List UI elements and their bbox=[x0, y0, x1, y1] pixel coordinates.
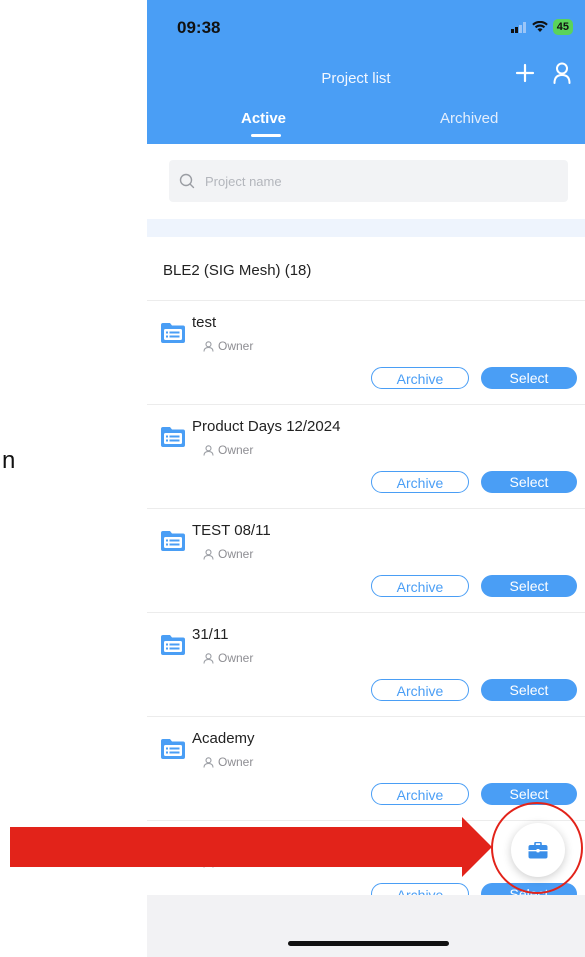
toolbox-fab-button[interactable] bbox=[511, 823, 565, 877]
header-actions bbox=[515, 62, 571, 89]
annotation-arrow bbox=[10, 827, 468, 867]
select-button[interactable]: Select bbox=[481, 471, 577, 493]
section-separator bbox=[147, 219, 585, 237]
project-item: test Owner Archive Select bbox=[147, 300, 585, 404]
project-name: 31/11 bbox=[192, 626, 229, 643]
wifi-icon bbox=[531, 21, 548, 32]
briefcase-icon bbox=[528, 841, 548, 858]
archive-button[interactable]: Archive bbox=[371, 575, 469, 597]
annotation-arrow-head bbox=[462, 817, 492, 877]
person-icon bbox=[203, 548, 214, 560]
project-item: TEST 08/11 Owner Archive Select bbox=[147, 508, 585, 612]
project-name: Product Days 12/2024 bbox=[192, 418, 341, 435]
folder-list-icon bbox=[161, 635, 185, 655]
project-item: Product Days 12/2024 Owner Archive Selec… bbox=[147, 404, 585, 508]
folder-list-icon bbox=[161, 427, 185, 447]
battery-icon: 45 bbox=[552, 19, 573, 35]
plus-icon[interactable] bbox=[515, 63, 535, 88]
archive-button[interactable]: Archive bbox=[371, 367, 469, 389]
active-tab-indicator bbox=[251, 134, 281, 137]
role-label: Owner bbox=[218, 651, 254, 665]
user-icon[interactable] bbox=[553, 62, 571, 89]
search-icon bbox=[179, 173, 195, 189]
person-icon bbox=[203, 340, 214, 352]
role-label: Owner bbox=[218, 443, 254, 457]
app-header: 09:38 45 Project list Active Archived bbox=[147, 0, 585, 144]
archive-button[interactable]: Archive bbox=[371, 471, 469, 493]
person-icon bbox=[203, 444, 214, 456]
project-role: Owner bbox=[203, 443, 253, 457]
home-indicator[interactable] bbox=[288, 941, 449, 946]
cropped-text-fragment: n bbox=[2, 447, 16, 474]
tab-active[interactable]: Active bbox=[241, 110, 286, 127]
search-bar bbox=[169, 160, 568, 202]
status-icons: 45 bbox=[510, 19, 573, 35]
search-input[interactable] bbox=[203, 172, 537, 190]
project-item: Academy Owner Archive Select bbox=[147, 716, 585, 820]
tab-archived[interactable]: Archived bbox=[440, 110, 498, 127]
select-button[interactable]: Select bbox=[481, 367, 577, 389]
role-label: Owner bbox=[218, 547, 254, 561]
project-role: Owner bbox=[203, 755, 253, 769]
group-header: BLE2 (SIG Mesh) (18) bbox=[163, 262, 312, 279]
folder-list-icon bbox=[161, 531, 185, 551]
project-name: test bbox=[192, 314, 217, 331]
person-icon bbox=[203, 756, 214, 768]
status-time: 09:38 bbox=[177, 18, 221, 37]
folder-list-icon bbox=[161, 739, 185, 759]
person-icon bbox=[203, 652, 214, 664]
select-button[interactable]: Select bbox=[481, 575, 577, 597]
project-name: TEST 08/11 bbox=[192, 522, 271, 539]
project-name: Academy bbox=[192, 730, 255, 747]
select-button[interactable]: Select bbox=[481, 679, 577, 701]
role-label: Owner bbox=[218, 755, 254, 769]
role-label: Owner bbox=[218, 339, 254, 353]
bottom-safe-area bbox=[147, 895, 585, 957]
page-title: Project list bbox=[321, 70, 391, 87]
archive-button[interactable]: Archive bbox=[371, 679, 469, 701]
select-button[interactable]: Select bbox=[481, 783, 577, 805]
cellular-signal-icon bbox=[510, 21, 526, 33]
project-role: Owner bbox=[203, 547, 253, 561]
archive-button[interactable]: Archive bbox=[371, 783, 469, 805]
project-role: Owner bbox=[203, 651, 253, 665]
project-role: Owner bbox=[203, 339, 253, 353]
project-item: 31/11 Owner Archive Select bbox=[147, 612, 585, 716]
phone-screen: 09:38 45 Project list Active Archived Pr… bbox=[147, 0, 585, 957]
folder-list-icon bbox=[161, 323, 185, 343]
